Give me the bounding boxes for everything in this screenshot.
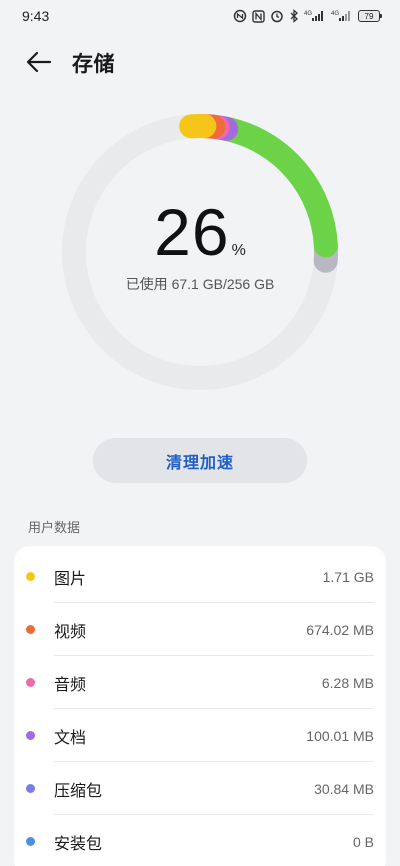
- signal-4g-icon: 4G: [304, 9, 326, 23]
- item-name: 图片: [54, 570, 87, 588]
- status-icons: 4G 4G 79: [233, 9, 382, 23]
- list-item-images[interactable]: 图片 1.71 GB: [14, 550, 386, 603]
- percent-sign: %: [231, 242, 246, 259]
- list-item-documents[interactable]: 文档 100.01 MB: [14, 709, 386, 762]
- bluetooth-icon: [289, 9, 299, 23]
- signal-label: 4G: [331, 11, 339, 17]
- n-icon: [252, 9, 265, 23]
- category-dot: [26, 678, 35, 687]
- percent-value: 26: [154, 195, 230, 269]
- signal-4g-icon: 4G: [331, 9, 353, 23]
- item-size: 30.84 MB: [314, 780, 374, 797]
- list-item-videos[interactable]: 视频 674.02 MB: [14, 603, 386, 656]
- battery-icon: 79: [358, 10, 382, 22]
- back-button[interactable]: [24, 48, 54, 76]
- item-size: 100.01 MB: [306, 727, 374, 744]
- item-name: 压缩包: [54, 782, 103, 800]
- item-name: 视频: [54, 623, 87, 641]
- user-data-list: 图片 1.71 GB 视频 674.02 MB 音频 6.28 MB 文档 10…: [14, 546, 386, 866]
- item-size: 6.28 MB: [321, 674, 374, 691]
- nfc-icon: [233, 9, 247, 23]
- header: 存储: [0, 40, 400, 84]
- list-item-archives[interactable]: 压缩包 30.84 MB: [14, 762, 386, 815]
- page-title: 存储: [72, 53, 115, 76]
- item-name: 安装包: [54, 835, 103, 853]
- used-storage-text: 已使用 67.1 GB/256 GB: [125, 276, 275, 292]
- item-size: 1.71 GB: [322, 568, 374, 585]
- category-dot: [26, 625, 35, 634]
- battery-level: 79: [364, 11, 374, 21]
- category-dot: [26, 784, 35, 793]
- section-label-user-data: 用户数据: [28, 520, 81, 535]
- signal-label: 4G: [304, 11, 312, 17]
- storage-ring: 26% 已使用 67.1 GB/256 GB: [60, 112, 340, 392]
- item-size: 0 B: [352, 833, 374, 850]
- back-arrow-icon: [26, 51, 52, 73]
- item-name: 文档: [54, 729, 87, 747]
- item-size: 674.02 MB: [306, 621, 374, 638]
- status-time: 9:43: [22, 8, 50, 24]
- alarm-icon: [270, 9, 284, 23]
- category-dot: [26, 837, 35, 846]
- percent-display: 26%: [60, 194, 340, 270]
- list-item-audio[interactable]: 音频 6.28 MB: [14, 656, 386, 709]
- status-bar: 9:43 4G 4G 79: [0, 0, 400, 32]
- category-dot: [26, 572, 35, 581]
- list-item-install-packages[interactable]: 安装包 0 B: [14, 815, 386, 866]
- item-name: 音频: [54, 676, 87, 694]
- category-dot: [26, 731, 35, 740]
- clean-accelerate-button[interactable]: 清理加速: [93, 438, 307, 483]
